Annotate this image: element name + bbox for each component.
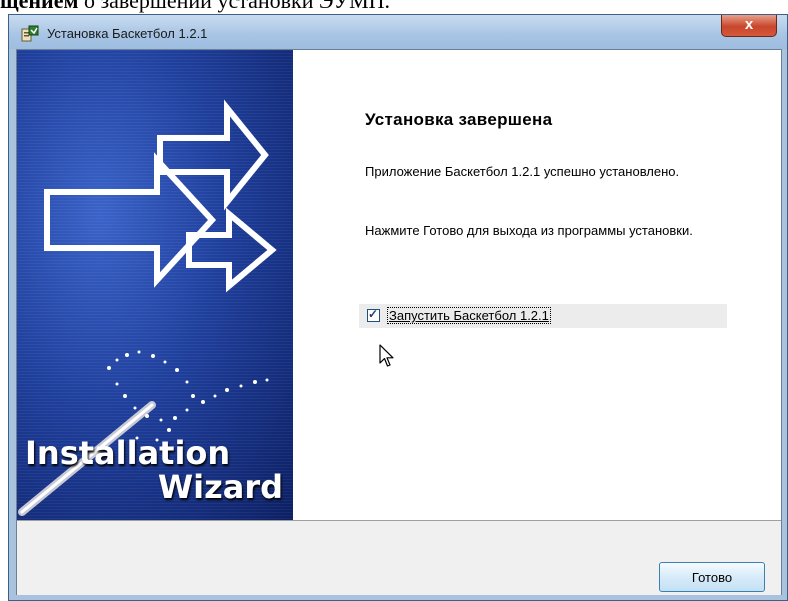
finish-button[interactable]: Готово [659, 562, 765, 592]
launch-app-option[interactable]: ✓ Запустить Баскетбол 1.2.1 [359, 304, 727, 328]
mouse-cursor-icon [379, 344, 394, 367]
close-icon: x [744, 16, 754, 33]
wizard-content: Установка завершена Приложение Баскетбол… [293, 50, 781, 520]
wizard-footer: Готово [17, 520, 781, 595]
document-caption-bold: щением [0, 0, 79, 13]
close-button[interactable]: x [721, 15, 777, 37]
title-bar[interactable]: Установка Баскетбол 1.2.1 x [9, 15, 787, 49]
document-caption: щением о завершении установки ЭУМП. [0, 0, 788, 14]
launch-checkbox-label[interactable]: Запустить Баскетбол 1.2.1 [387, 307, 551, 324]
banner-title-line1: Installation [25, 434, 231, 472]
check-icon: ✓ [368, 307, 379, 321]
wizard-client-area: Installation Wizard Установка завершена … [16, 49, 782, 595]
document-caption-rest: о завершении установки ЭУМП. [78, 0, 391, 13]
window-title: Установка Баскетбол 1.2.1 [47, 26, 208, 41]
installer-window: Установка Баскетбол 1.2.1 x Installation… [8, 14, 788, 601]
page-title: Установка завершена [365, 110, 553, 129]
exit-instructions: Нажмите Готово для выхода из программы у… [365, 223, 693, 238]
banner-title-line2: Wizard [157, 468, 283, 506]
arrow-icon [44, 99, 277, 293]
success-message: Приложение Баскетбол 1.2.1 успешно устан… [365, 164, 680, 179]
wizard-banner: Installation Wizard [17, 50, 293, 520]
installer-icon [21, 25, 39, 42]
launch-checkbox[interactable]: ✓ [367, 307, 380, 322]
